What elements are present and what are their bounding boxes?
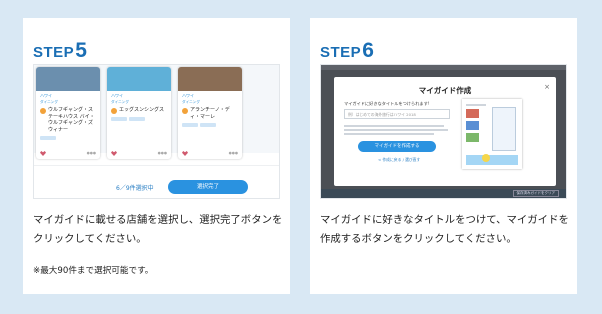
guide-title-input[interactable]: 例）はじめての海外旅行はハワイ 2018 [344,109,450,119]
shop-list-area: ハワイ ダイニング ウルフギャング・ステーキハウス バイ・ウルフギャング・ズウィ… [34,65,279,159]
shop-tag [200,123,216,127]
guide-preview-image [462,99,522,169]
step5-screenshot: ハワイ ダイニング ウルフギャング・ステーキハウス バイ・ウルフギャング・ズウィ… [33,64,280,199]
clear-saved-button[interactable]: 保存済みガイドをクリア [512,190,559,197]
shop-card[interactable]: ハワイ ダイニング アランチーノ・ディ・マーレ ●●● [178,67,242,159]
help-text-line [344,133,434,135]
close-icon[interactable]: × [544,83,550,91]
step5-title: STEP5 [33,39,87,63]
shop-name: ウルフギャング・ステーキハウス バイ・ウルフギャング・ズウィナー [48,107,95,133]
selection-count: 6／9件選択中 [116,185,154,192]
sun-icon [482,154,490,162]
shop-tag [40,136,56,140]
shop-area: ハワイ [111,93,123,98]
create-guide-modal: マイガイド作成 × マイガイドに好きなタイトルをつけられます! 例）はじめての海… [334,77,556,186]
heart-icon[interactable] [182,151,188,156]
more-icon[interactable]: ●●● [158,151,167,156]
shop-area: ハワイ [40,93,52,98]
heart-icon[interactable] [111,151,117,156]
shop-tag [111,116,127,121]
preview-line [466,104,486,106]
preview-thumb [466,133,479,142]
background-footer: 保存済みガイドをクリア [321,189,566,198]
shop-category: ダイニング [111,100,129,104]
preview-thumb [466,121,479,130]
heart-icon[interactable] [40,151,46,156]
step6-screenshot: マイガイド作成 × マイガイドに好きなタイトルをつけられます! 例）はじめての海… [320,64,567,199]
preview-poster [492,107,516,151]
title-label: マイガイドに好きなタイトルをつけられます! [344,101,430,106]
step5-description: マイガイドに載せる店舗を選択し、選択完了ボタンをクリックしてください。 [33,214,283,245]
step5-note: ※最大90件まで選択可能です。 [33,266,154,276]
shop-name: エッグスンシングス [119,107,165,113]
shop-card[interactable]: ハワイ ダイニング ウルフギャング・ステーキハウス バイ・ウルフギャング・ズウィ… [36,67,100,159]
shop-card[interactable]: ハワイ ダイニング エッグスンシングス ●●● [107,67,171,159]
shop-name: アランチーノ・ディ・マーレ [190,107,230,120]
selection-bar: 6／9件選択中 選択完了 [34,165,279,198]
more-icon[interactable]: ●●● [229,151,238,156]
shop-photo [178,67,242,91]
shop-area: ハワイ [182,93,194,98]
selection-done-button[interactable]: 選択完了 [168,180,248,194]
check-icon[interactable] [111,107,117,114]
back-link[interactable]: < 作成に戻る / 選び直す [378,157,420,163]
shop-photo [36,67,100,91]
help-text-line [344,129,448,131]
shop-photo [107,67,171,91]
shop-category: ダイニング [40,100,58,104]
shop-tag [182,123,198,127]
step6-label: STEP [320,44,362,61]
preview-banner [466,155,518,165]
help-text-line [344,125,444,127]
step5-label: STEP [33,44,75,61]
modal-title: マイガイド作成 [418,86,472,95]
shop-category: ダイニング [182,100,200,104]
step6-title: STEP6 [320,39,374,63]
preview-thumb [466,109,479,118]
more-icon[interactable]: ●●● [87,151,96,156]
check-icon[interactable] [40,107,46,114]
shop-tag [129,116,145,121]
step5-number: 5 [75,39,88,62]
create-guide-button[interactable]: マイガイドを作成する [358,141,436,152]
step6-description: マイガイドに好きなタイトルをつけて、マイガイドを作成するボタンをクリックしてくだ… [320,214,569,245]
step6-card: STEP6 マイガイド作成 × マイガイドに好きなタイトルをつけられます! 例）… [310,18,577,294]
step6-number: 6 [362,39,375,62]
step5-card: STEP5 ハワイ ダイニング ウルフギャング・ステーキハウス バイ・ウルフギャ… [23,18,290,294]
background-header [321,65,566,70]
check-icon[interactable] [182,107,188,114]
